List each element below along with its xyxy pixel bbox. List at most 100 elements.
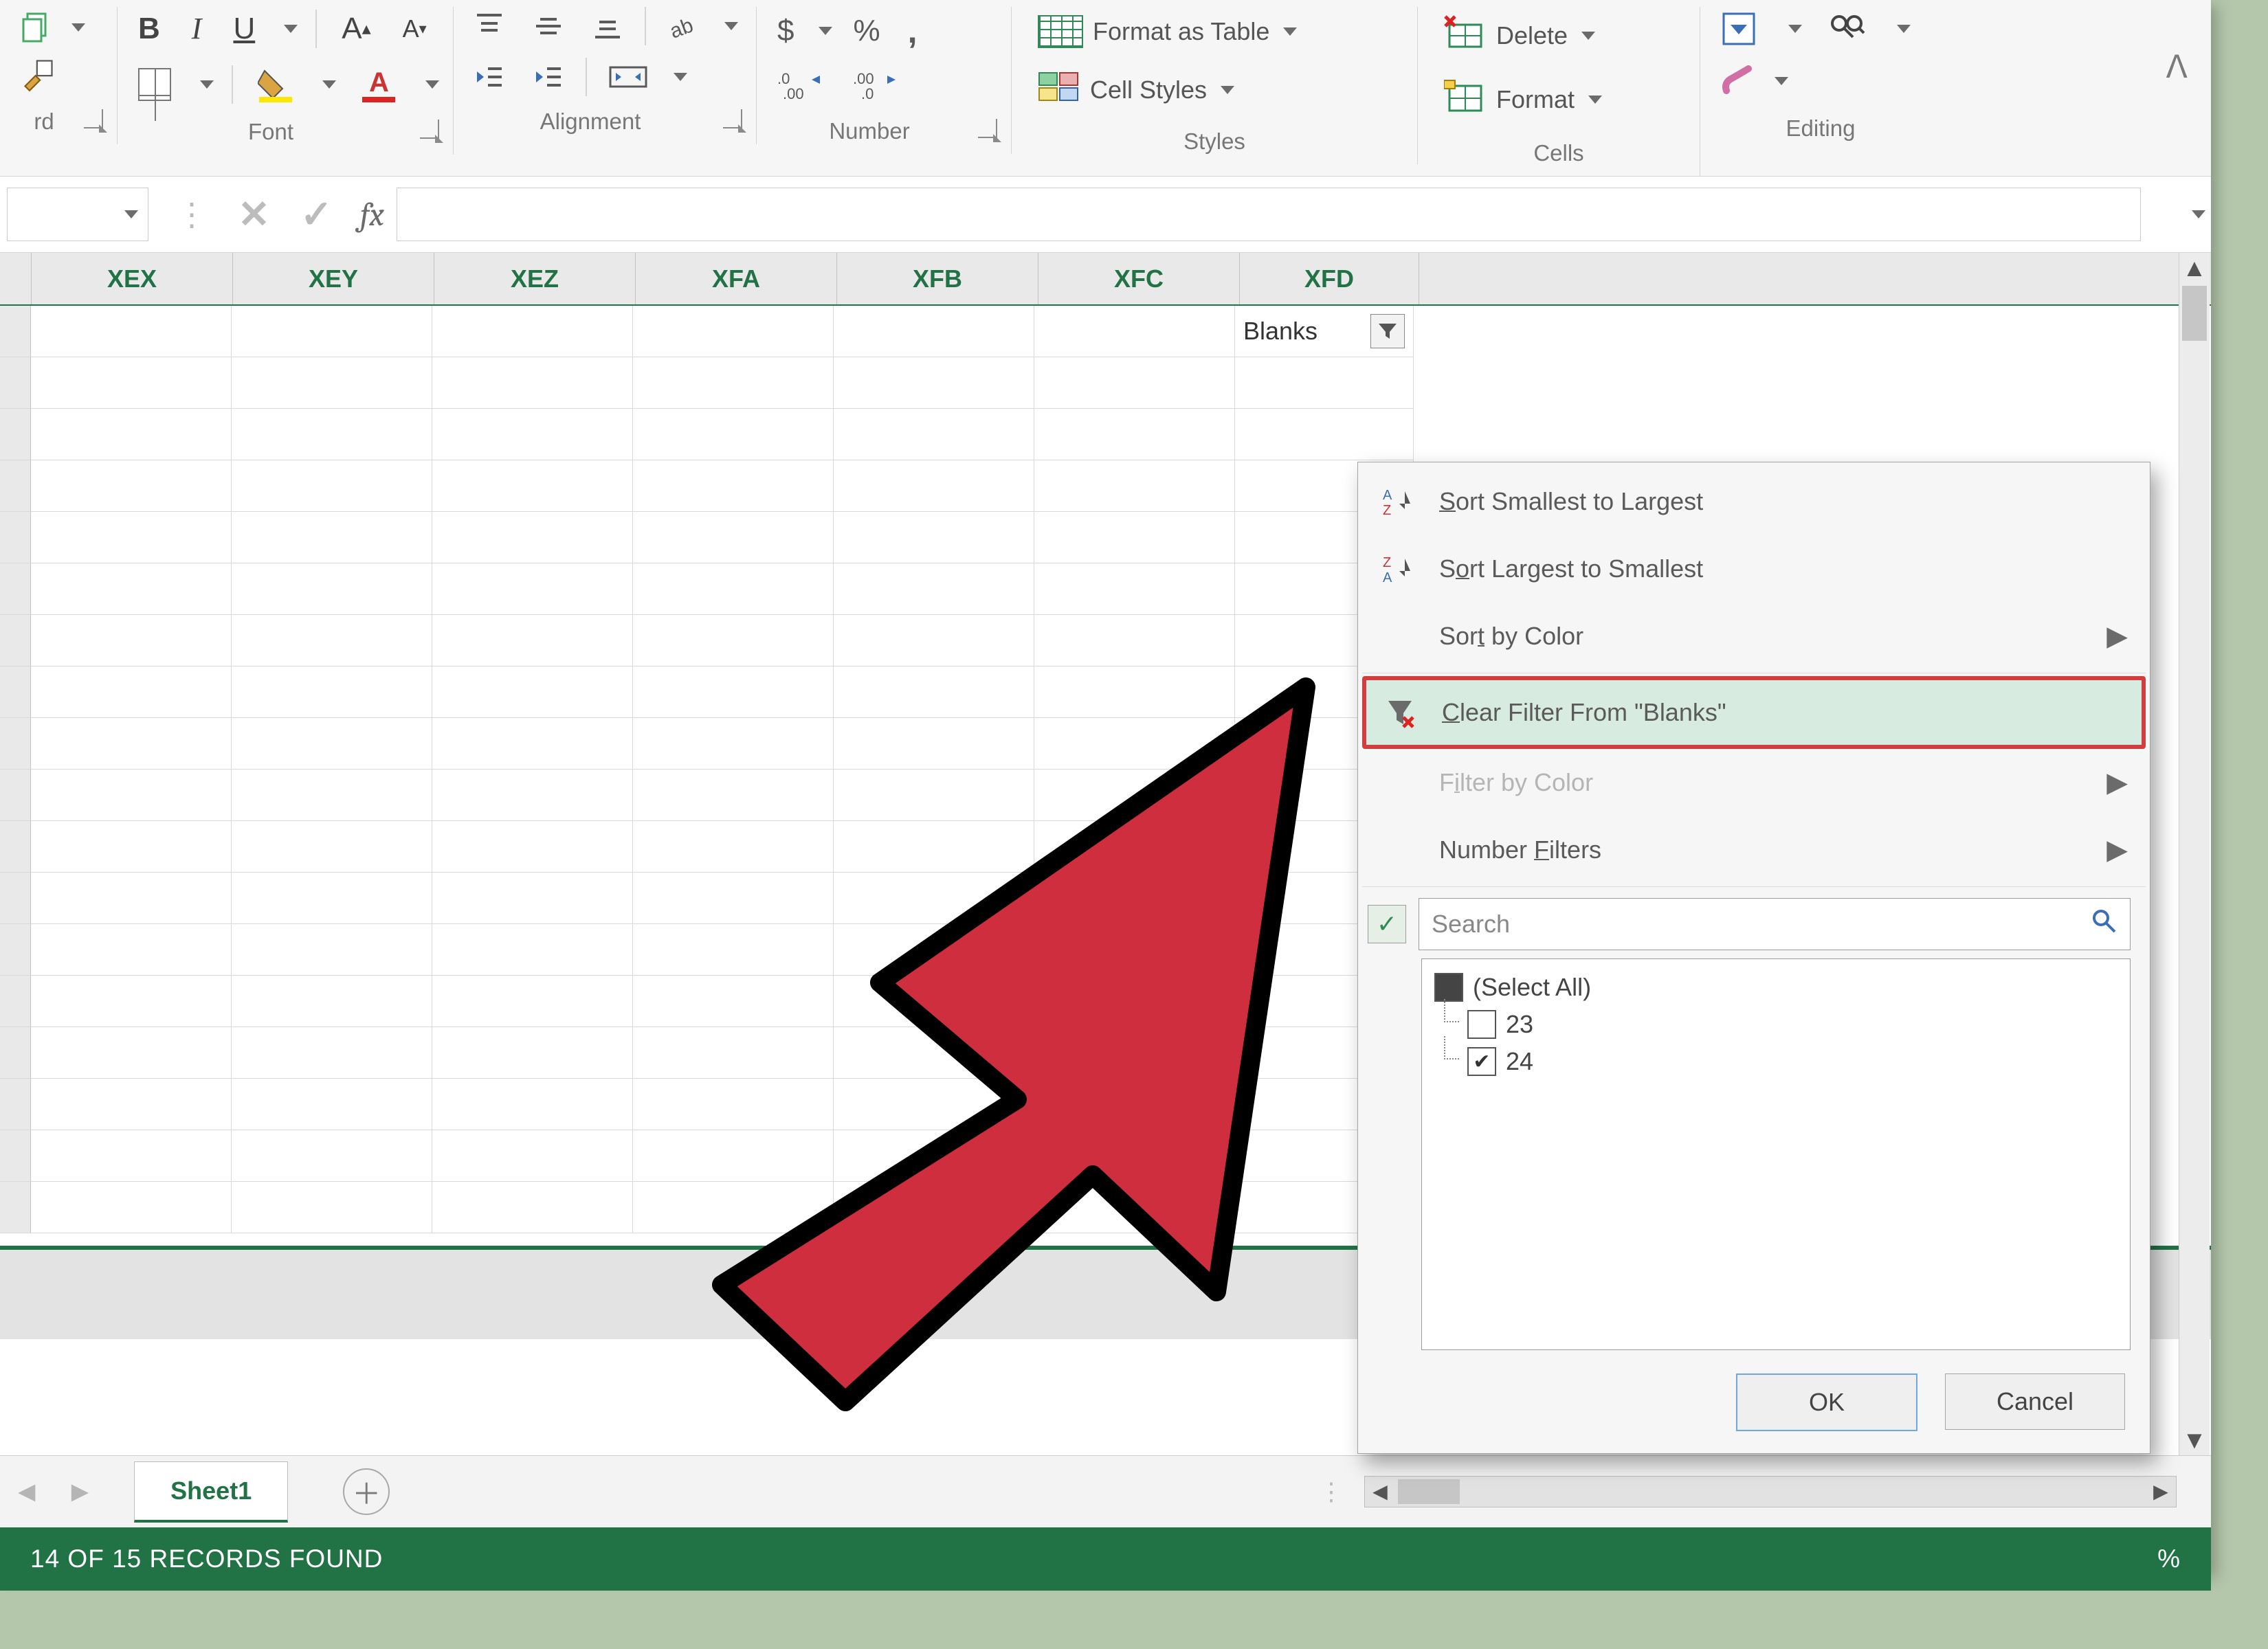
cell[interactable]: [232, 357, 432, 409]
delete-button[interactable]: Delete: [1432, 7, 1608, 64]
cell[interactable]: [834, 1182, 1034, 1233]
cell[interactable]: [1034, 873, 1235, 924]
scroll-right-icon[interactable]: ►: [2146, 1477, 2176, 1507]
row-header[interactable]: [0, 615, 31, 666]
tab-nav-next-icon[interactable]: ►: [54, 1475, 107, 1508]
cell[interactable]: [1034, 1130, 1235, 1182]
dialog-launcher-icon[interactable]: [84, 109, 103, 128]
cell[interactable]: [633, 460, 834, 512]
cell[interactable]: [232, 976, 432, 1027]
cell[interactable]: [232, 460, 432, 512]
scroll-up-icon[interactable]: ▲: [2179, 253, 2210, 283]
ok-button[interactable]: OK: [1736, 1373, 1917, 1431]
cell[interactable]: [1034, 460, 1235, 512]
cell[interactable]: [432, 873, 633, 924]
enter-formula-icon[interactable]: ✓: [285, 192, 348, 237]
cell[interactable]: [633, 1130, 834, 1182]
filter-search-input[interactable]: Search: [1419, 898, 2131, 950]
align-top-button[interactable]: [467, 7, 511, 45]
cell[interactable]: [633, 770, 834, 821]
scroll-thumb[interactable]: [1398, 1479, 1460, 1504]
cell[interactable]: [1034, 718, 1235, 770]
cell[interactable]: [432, 306, 633, 357]
row-header[interactable]: [0, 563, 31, 615]
cell[interactable]: [432, 615, 633, 666]
cell[interactable]: [232, 770, 432, 821]
cell-styles-button[interactable]: Cell Styles: [1025, 63, 1247, 116]
sort-ascending-item[interactable]: AZ Sort Smallest to Largest: [1362, 468, 2146, 535]
cell[interactable]: [31, 924, 232, 976]
decrease-font-button[interactable]: A▾: [396, 10, 434, 47]
row-header[interactable]: [0, 512, 31, 563]
cell[interactable]: [633, 1027, 834, 1079]
cell[interactable]: [1034, 924, 1235, 976]
cell[interactable]: [633, 357, 834, 409]
sort-descending-item[interactable]: ZA Sort Largest to Smallest: [1362, 535, 2146, 603]
col-header[interactable]: XFC: [1038, 253, 1240, 304]
cell[interactable]: [633, 409, 834, 460]
cell[interactable]: [834, 460, 1034, 512]
cell[interactable]: [31, 357, 232, 409]
cell[interactable]: [1034, 306, 1235, 357]
cell[interactable]: [432, 1027, 633, 1079]
merge-button[interactable]: [602, 58, 654, 96]
cell[interactable]: [1034, 615, 1235, 666]
horizontal-scrollbar[interactable]: ◄ ►: [1364, 1476, 2177, 1507]
cell[interactable]: [432, 563, 633, 615]
row-header[interactable]: [0, 976, 31, 1027]
cell[interactable]: [834, 718, 1034, 770]
cell[interactable]: [1034, 976, 1235, 1027]
cell[interactable]: [834, 924, 1034, 976]
cell[interactable]: [432, 924, 633, 976]
dropdown-icon[interactable]: [819, 27, 832, 35]
sheet-tab[interactable]: Sheet1: [134, 1461, 288, 1523]
cell[interactable]: [834, 512, 1034, 563]
align-middle-button[interactable]: [526, 7, 570, 45]
fill-color-button[interactable]: [251, 63, 300, 106]
increase-font-button[interactable]: A▴: [335, 8, 377, 50]
cell[interactable]: [834, 821, 1034, 873]
cell[interactable]: [1034, 512, 1235, 563]
cell[interactable]: [834, 873, 1034, 924]
clear-filter-item[interactable]: Clear Filter From "Blanks": [1362, 676, 2146, 749]
dropdown-icon[interactable]: [425, 80, 439, 89]
col-header[interactable]: XFD: [1240, 253, 1419, 304]
cell[interactable]: [432, 976, 633, 1027]
cell[interactable]: [834, 409, 1034, 460]
increase-indent-button[interactable]: [526, 58, 570, 96]
row-header[interactable]: [0, 460, 31, 512]
cell[interactable]: [432, 1130, 633, 1182]
fill-button[interactable]: [1714, 7, 1764, 51]
cell[interactable]: [31, 460, 232, 512]
cell[interactable]: [1235, 357, 1414, 409]
cell[interactable]: [232, 1027, 432, 1079]
cell[interactable]: Blanks: [1235, 306, 1414, 357]
cell[interactable]: [834, 770, 1034, 821]
percent-button[interactable]: %: [846, 10, 887, 52]
collapse-ribbon-icon[interactable]: ᐱ: [2166, 49, 2188, 85]
decrease-indent-button[interactable]: [467, 58, 511, 96]
underline-button[interactable]: U: [226, 8, 262, 50]
cell[interactable]: [633, 873, 834, 924]
font-color-button[interactable]: A: [354, 63, 403, 106]
row-header[interactable]: [0, 873, 31, 924]
zoom-percent[interactable]: %: [2157, 1545, 2181, 1573]
cell[interactable]: [432, 718, 633, 770]
filter-dropdown-handle[interactable]: [1370, 314, 1405, 348]
cell[interactable]: [633, 306, 834, 357]
row-header[interactable]: [0, 306, 31, 357]
cell[interactable]: [232, 615, 432, 666]
dropdown-icon[interactable]: [124, 210, 138, 218]
tab-nav-prev-icon[interactable]: ◄: [0, 1475, 54, 1508]
cell[interactable]: [834, 1130, 1034, 1182]
col-header[interactable]: XEX: [32, 253, 233, 304]
cell[interactable]: [31, 821, 232, 873]
new-sheet-button[interactable]: ＋: [343, 1468, 390, 1515]
dropdown-icon[interactable]: [1775, 77, 1788, 85]
checkbox[interactable]: ✔: [1467, 1047, 1496, 1076]
italic-button[interactable]: I: [185, 7, 209, 50]
cell[interactable]: [1034, 821, 1235, 873]
bold-button[interactable]: B: [131, 8, 167, 50]
row-header[interactable]: [0, 1182, 31, 1233]
dropdown-icon[interactable]: [724, 22, 738, 30]
